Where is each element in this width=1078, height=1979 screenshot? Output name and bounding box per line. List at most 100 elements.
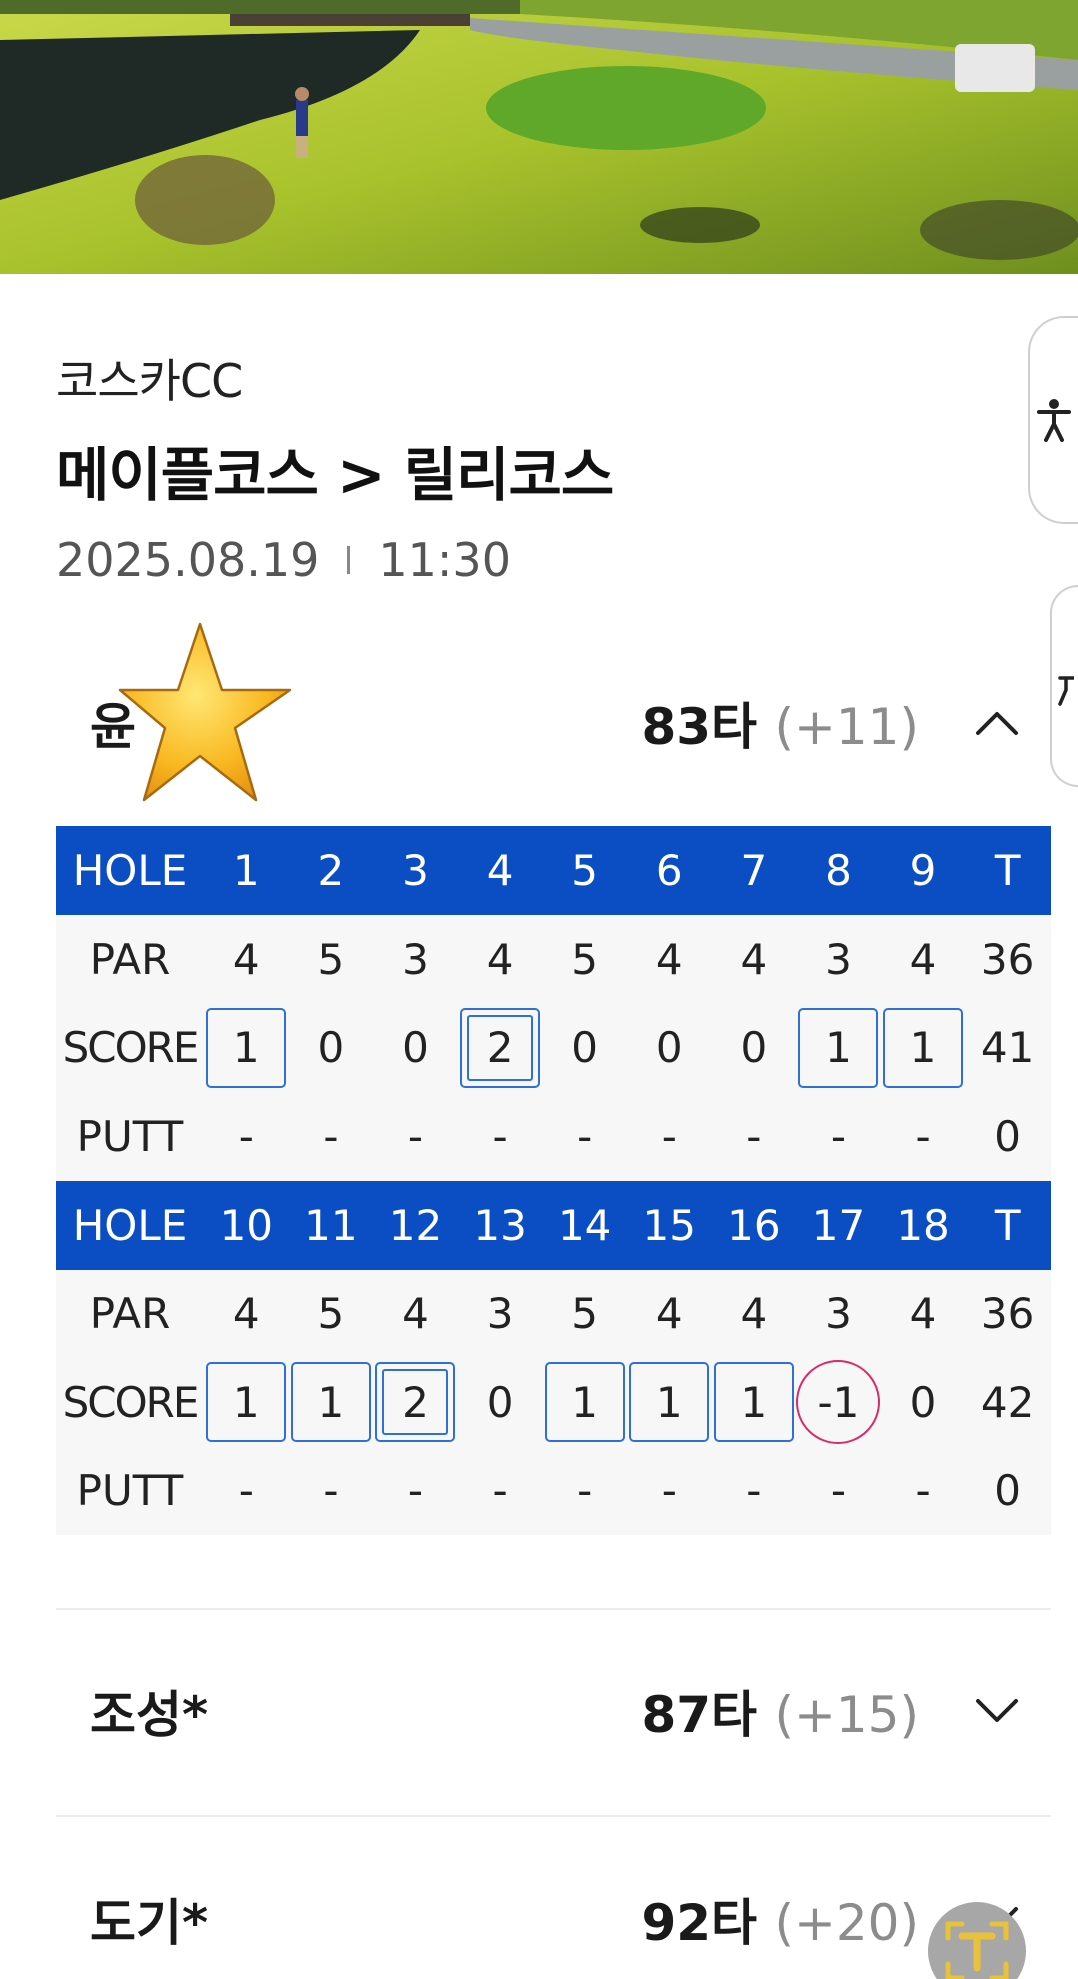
- hole-total: T: [994, 846, 1021, 895]
- score-value: 1: [571, 1377, 599, 1427]
- putt-cell: -: [746, 1111, 762, 1161]
- divider: [56, 1815, 1051, 1817]
- score-cell: 1: [712, 1358, 797, 1447]
- front-hole-row: HOLE 1 2 3 4 5 6 7 8 9 T: [56, 826, 1051, 915]
- score-cell: 1: [542, 1358, 627, 1447]
- putt-cell: -: [407, 1466, 424, 1516]
- par-cell: 3: [402, 934, 429, 984]
- player-total: 83타 (+11): [641, 687, 919, 759]
- par-cell: 3: [825, 934, 852, 984]
- score-value: 0: [655, 1023, 683, 1073]
- chevron-up-icon[interactable]: [975, 701, 1019, 745]
- putt-cell: -: [492, 1466, 508, 1516]
- divider: [56, 1608, 1051, 1610]
- hole-number: 4: [486, 846, 514, 895]
- score-cell: 2: [373, 1358, 458, 1447]
- player-diff: (+11): [774, 698, 919, 756]
- accessibility-icon: [1037, 399, 1071, 442]
- back-par-row: PAR 4 5 4 3 5 4 4 3 4 36: [56, 1270, 1051, 1359]
- putt-total: 0: [994, 1111, 1021, 1161]
- player-total: 87타 (+15): [641, 1675, 919, 1747]
- score-cell: 1: [289, 1358, 374, 1447]
- putt-cell: -: [238, 1466, 254, 1516]
- back-hole-row: HOLE 10 11 12 13 14 15 16 17 18 T: [56, 1180, 1051, 1270]
- score-label: SCORE: [62, 1377, 200, 1427]
- hole-number: 10: [219, 1200, 274, 1250]
- player-diff: (+20): [774, 1894, 919, 1952]
- score-value: 2: [486, 1023, 514, 1073]
- putt-cell: -: [661, 1111, 677, 1161]
- score-value: 42: [980, 1377, 1035, 1427]
- par-total: 36: [980, 1289, 1035, 1339]
- score-cell: 1: [627, 1358, 712, 1447]
- back-putt-row: PUTT - - - - - - - - - 0: [56, 1447, 1051, 1536]
- back-score-row: SCORE 1 1 2 0 1 1 1 -1 0 42: [56, 1358, 1051, 1447]
- score-cell: 1: [204, 1004, 289, 1093]
- player-total: 92타 (+20): [641, 1883, 919, 1955]
- player-row-2[interactable]: 조성* 87타 (+15): [56, 1651, 1051, 1771]
- par-cell: 4: [232, 1289, 260, 1339]
- par-cell: 5: [317, 934, 345, 984]
- score-value: 0: [571, 1023, 599, 1073]
- par-cell: 4: [402, 1289, 429, 1339]
- putt-cell: -: [323, 1466, 339, 1516]
- player-strokes: 83타: [641, 698, 758, 756]
- score-cell: 1: [881, 1004, 966, 1093]
- putt-cell: -: [915, 1111, 931, 1161]
- player-name: 조성*: [90, 1686, 209, 1744]
- score-cell: 0: [373, 1004, 458, 1093]
- hole-number: 5: [571, 846, 599, 895]
- par-cell: 4: [740, 1289, 768, 1339]
- score-value: 1: [317, 1377, 345, 1427]
- par-cell: 4: [909, 934, 937, 984]
- hole-number: 2: [317, 846, 345, 895]
- score-value: 1: [909, 1023, 937, 1073]
- hole-number: 11: [304, 1200, 358, 1250]
- hole-number: 14: [557, 1200, 612, 1250]
- course-photo: [0, 0, 1078, 274]
- player-row-3[interactable]: 도기* 92타 (+20): [56, 1859, 1051, 1979]
- hole-label: HOLE: [72, 1200, 188, 1250]
- par-total: 36: [980, 934, 1035, 984]
- score-cell: -1: [796, 1358, 881, 1447]
- hole-number: 1: [232, 846, 260, 895]
- par-cell: 4: [655, 934, 683, 984]
- score-total: 41: [965, 1004, 1050, 1093]
- par-cell: 4: [740, 934, 768, 984]
- hole-number: 6: [655, 846, 683, 895]
- par-cell: 4: [909, 1289, 937, 1339]
- putt-cell: -: [830, 1466, 847, 1516]
- par-label: PAR: [89, 1289, 171, 1339]
- score-value: 0: [740, 1023, 768, 1073]
- player-diff: (+15): [774, 1686, 919, 1744]
- putt-cell: -: [407, 1111, 424, 1161]
- hole-number: 16: [727, 1200, 781, 1250]
- score-value: 1: [740, 1377, 768, 1427]
- par-cell: 4: [232, 934, 260, 984]
- score-cell: 0: [881, 1358, 966, 1447]
- putt-total: 0: [994, 1466, 1021, 1516]
- putt-cell: -: [661, 1466, 677, 1516]
- hole-number: 9: [909, 846, 937, 895]
- hole-number: 7: [740, 846, 768, 895]
- par-cell: 5: [571, 1289, 599, 1339]
- player-name: 도기*: [90, 1894, 209, 1952]
- accessibility-tab-secondary[interactable]: [1050, 585, 1078, 787]
- par-cell: 3: [825, 1289, 852, 1339]
- putt-cell: -: [323, 1111, 339, 1161]
- chevron-down-icon[interactable]: [975, 1689, 1019, 1733]
- score-cell: 0: [458, 1358, 543, 1447]
- score-value: 0: [317, 1023, 345, 1073]
- translate-icon: [945, 1921, 1009, 1979]
- score-cell: 1: [204, 1358, 289, 1447]
- putt-cell: -: [577, 1111, 593, 1161]
- star-icon: [118, 622, 292, 802]
- score-cell: 0: [627, 1004, 712, 1093]
- front-par-row: PAR 4 5 3 4 5 4 4 3 4 36: [56, 915, 1051, 1004]
- score-cell: 1: [796, 1004, 881, 1093]
- score-value: 1: [232, 1377, 260, 1427]
- accessibility-tab[interactable]: [1028, 316, 1078, 524]
- hole-number: 15: [642, 1200, 696, 1250]
- score-value: 0: [486, 1377, 514, 1427]
- score-cell: 0: [712, 1004, 797, 1093]
